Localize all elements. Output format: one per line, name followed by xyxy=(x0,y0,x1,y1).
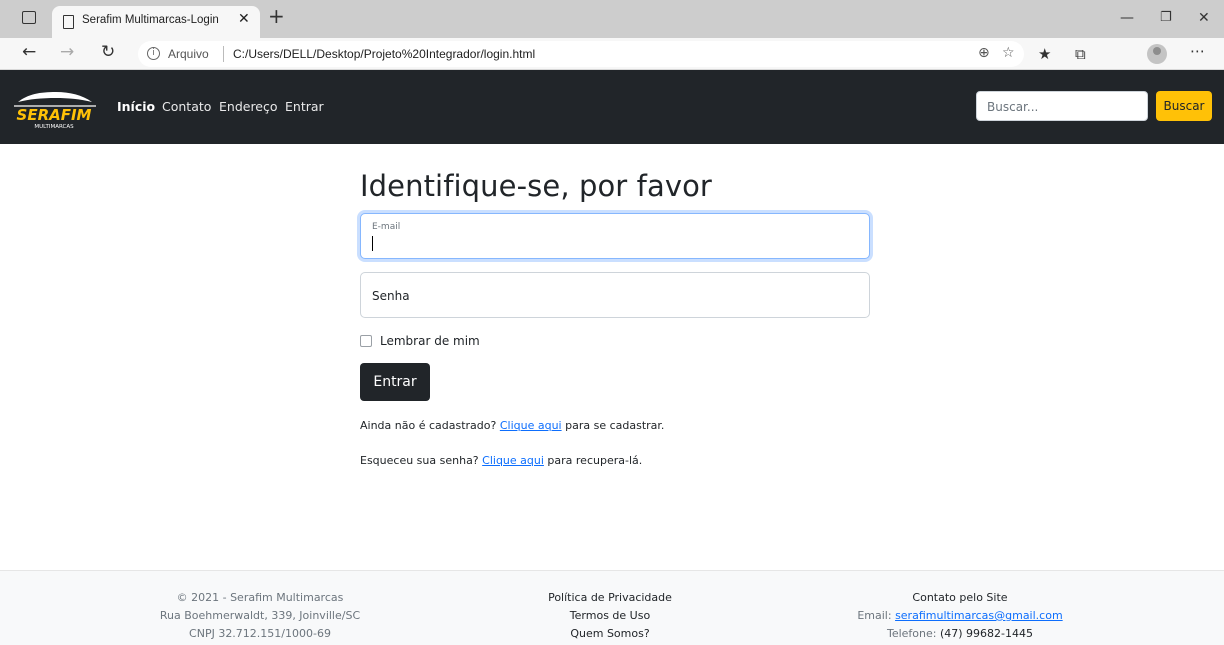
text-caret xyxy=(372,236,373,251)
footer-cnpj: CNPJ 32.712.151/1000-69 xyxy=(189,627,331,640)
recover-text: Esqueceu sua senha? Clique aqui para rec… xyxy=(360,454,643,467)
register-link[interactable]: Clique aqui xyxy=(500,419,562,432)
nav-link-entrar[interactable]: Entrar xyxy=(285,99,324,114)
footer-contact: Contato pelo Site Email: serafimultimarc… xyxy=(830,589,1090,643)
browser-tab[interactable]: Serafim Multimarcas-Login ✕ xyxy=(52,6,260,38)
nav-link-endereco[interactable]: Endereço xyxy=(219,99,278,114)
footer-link-privacy[interactable]: Política de Privacidade xyxy=(510,589,710,607)
footer-email-line: Email: serafimultimarcas@gmail.com xyxy=(857,609,1063,622)
favorites-icon[interactable]: ★ xyxy=(1038,45,1051,63)
forward-icon[interactable]: → xyxy=(60,42,74,62)
password-label: Senha xyxy=(372,289,410,303)
address-bar[interactable]: i Arquivo C:/Users/DELL/Desktop/Projeto%… xyxy=(138,41,1024,67)
footer-contact-title: Contato pelo Site xyxy=(912,591,1008,604)
info-icon[interactable]: i xyxy=(147,47,160,60)
footer-links: Política de Privacidade Termos de Uso Qu… xyxy=(510,589,710,643)
search-input[interactable]: Buscar... xyxy=(976,91,1148,121)
site-navbar: SERAFIM MULTIMARCAS Início Contato Ender… xyxy=(0,70,1224,144)
logo-text: SERAFIM xyxy=(17,106,92,124)
footer-copyright: © 2021 - Serafim Multimarcas xyxy=(176,591,344,604)
zoom-icon[interactable]: ⊕ xyxy=(978,45,990,61)
back-icon[interactable]: ← xyxy=(22,42,36,62)
minimize-icon[interactable]: — xyxy=(1120,10,1134,26)
footer-link-about[interactable]: Quem Somos? xyxy=(510,625,710,643)
close-window-icon[interactable]: ✕ xyxy=(1198,10,1210,26)
browser-toolbar: ← → ↻ i Arquivo C:/Users/DELL/Desktop/Pr… xyxy=(0,38,1224,70)
footer-phone: (47) 99682-1445 xyxy=(939,627,1034,640)
page-icon xyxy=(63,15,74,29)
footer-email-link[interactable]: serafimultimarcas@gmail.com xyxy=(895,609,1063,622)
profile-icon[interactable] xyxy=(1147,44,1167,64)
email-field[interactable]: E-mail xyxy=(360,213,870,259)
email-label: E-mail xyxy=(372,222,401,232)
page-title: Identifique-se, por favor xyxy=(360,169,712,203)
remember-checkbox[interactable] xyxy=(360,335,372,347)
site-footer: © 2021 - Serafim Multimarcas Rua Boehmer… xyxy=(0,570,1224,645)
address-url[interactable]: C:/Users/DELL/Desktop/Projeto%20Integrad… xyxy=(233,47,535,61)
more-icon[interactable]: ⋯ xyxy=(1190,42,1205,60)
add-favorite-icon[interactable]: ☆ xyxy=(1002,45,1015,61)
address-separator xyxy=(223,46,224,62)
nav-link-inicio[interactable]: Início xyxy=(117,99,155,114)
remember-label[interactable]: Lembrar de mim xyxy=(380,334,480,348)
plus-icon[interactable]: + xyxy=(268,6,285,26)
sidebar-toggle-icon[interactable] xyxy=(22,11,36,24)
search-button[interactable]: Buscar xyxy=(1156,91,1212,121)
address-scheme: Arquivo xyxy=(168,47,209,61)
browser-tab-strip: Serafim Multimarcas-Login ✕ + — ❐ ✕ xyxy=(0,0,1224,38)
restore-icon[interactable]: ❐ xyxy=(1160,10,1172,25)
recover-password-link[interactable]: Clique aqui xyxy=(482,454,544,467)
footer-link-terms[interactable]: Termos de Uso xyxy=(510,607,710,625)
footer-company: © 2021 - Serafim Multimarcas Rua Boehmer… xyxy=(130,589,390,643)
tab-title: Serafim Multimarcas-Login xyxy=(82,14,219,26)
close-icon[interactable]: ✕ xyxy=(238,11,250,27)
nav-link-contato[interactable]: Contato xyxy=(162,99,211,114)
footer-phone-line: Telefone: (47) 99682-1445 xyxy=(886,627,1034,640)
serafim-logo[interactable]: SERAFIM MULTIMARCAS xyxy=(10,80,100,136)
login-submit-button[interactable]: Entrar xyxy=(360,363,430,401)
password-field[interactable]: Senha xyxy=(360,272,870,318)
logo-subtext: MULTIMARCAS xyxy=(34,124,74,130)
register-text: Ainda não é cadastrado? Clique aqui para… xyxy=(360,419,665,432)
collections-icon[interactable]: ⧉ xyxy=(1075,45,1086,63)
refresh-icon[interactable]: ↻ xyxy=(101,42,115,62)
footer-address: Rua Boehmerwaldt, 339, Joinville/SC xyxy=(159,609,361,622)
